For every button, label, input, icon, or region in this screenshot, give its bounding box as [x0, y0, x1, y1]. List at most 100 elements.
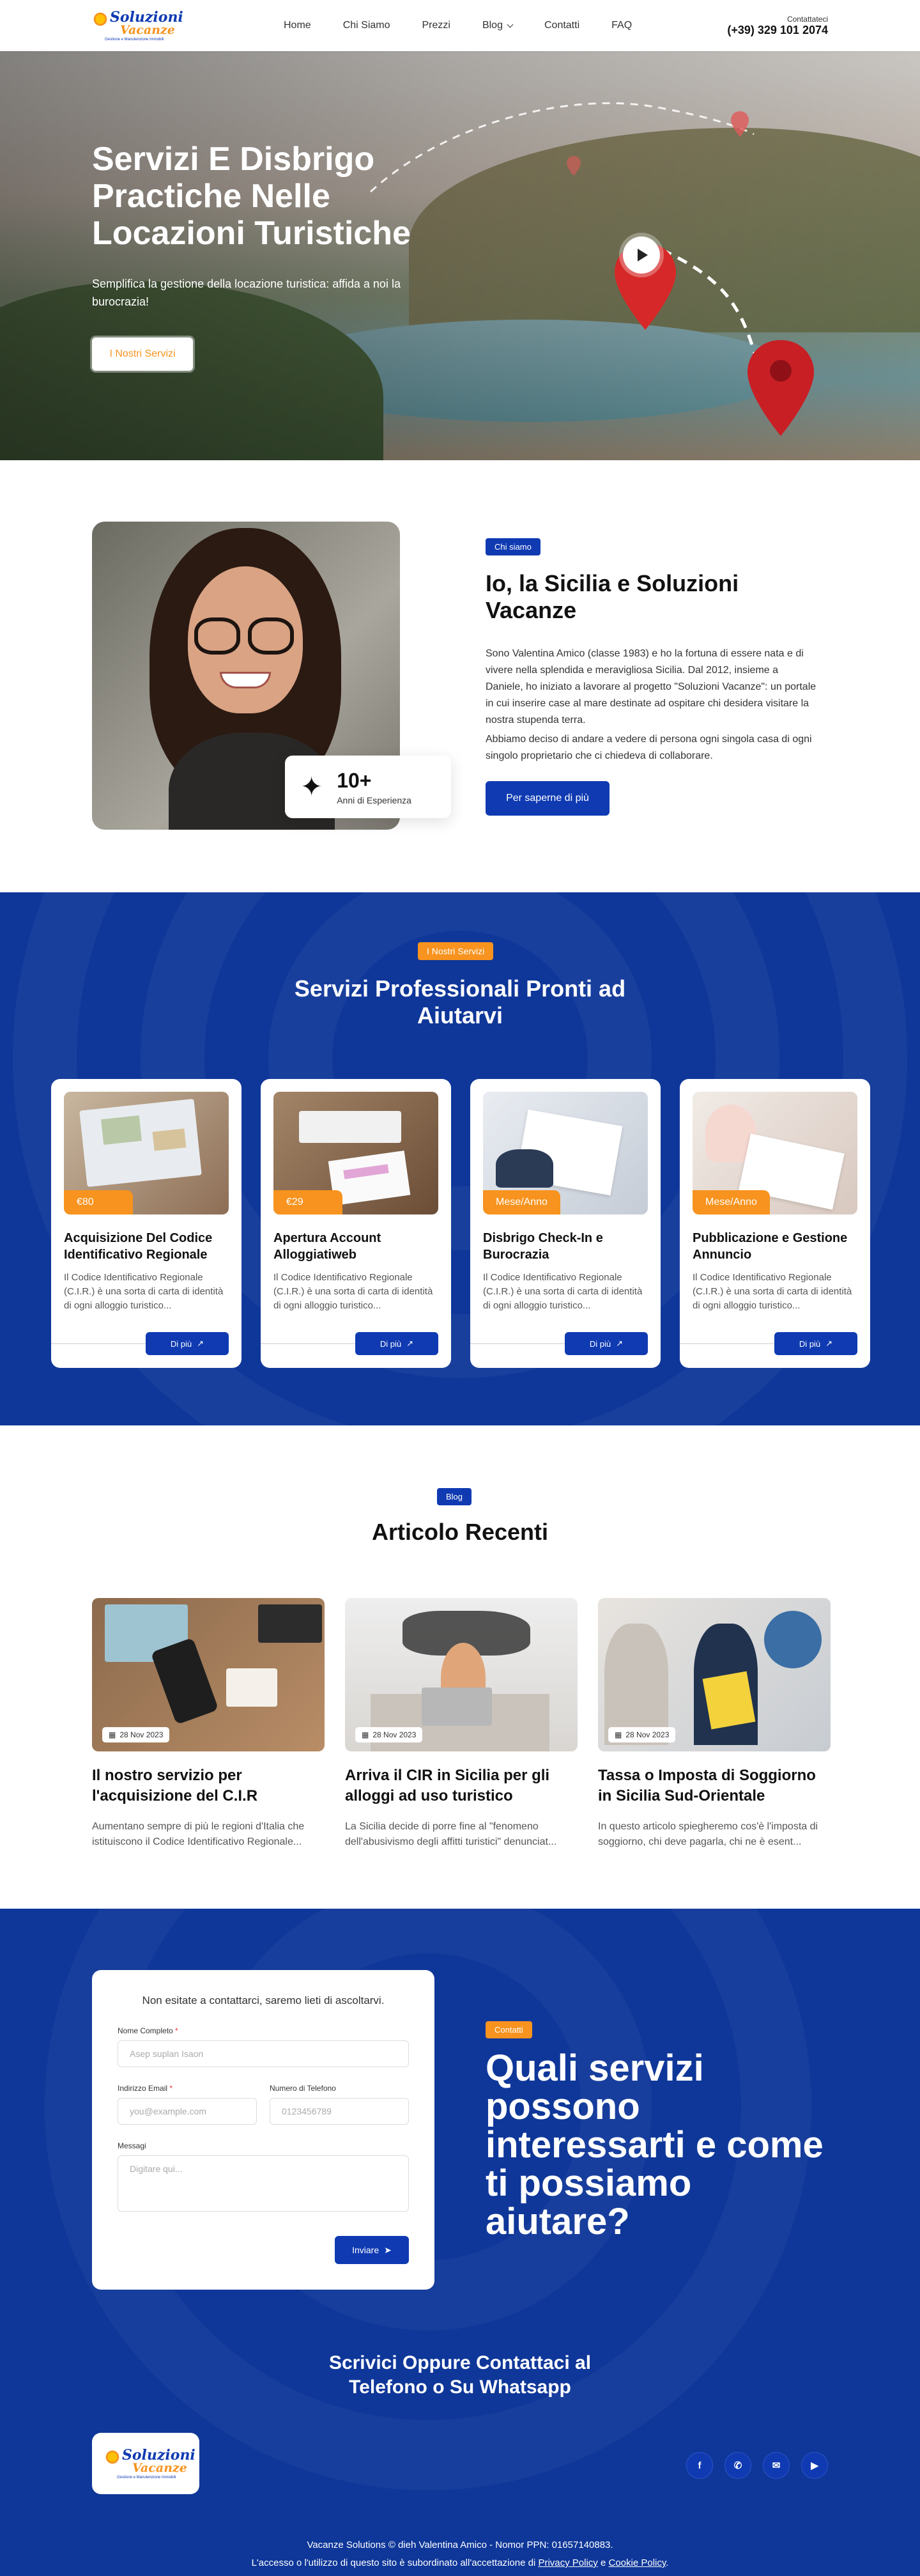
hero-section: Servizi E Disbrigo Practiche Nelle Locaz…: [0, 51, 920, 460]
site-header: Soluzioni Vacanze Gestione e Manutenzion…: [0, 0, 920, 51]
nav-home[interactable]: Home: [284, 20, 311, 31]
post-image: ▦ 28 Nov 2023: [345, 1598, 578, 1751]
logo-line2: Vacanze: [132, 2460, 187, 2475]
mail-icon[interactable]: ✉: [763, 2452, 790, 2479]
nav-blog[interactable]: Blog: [482, 20, 514, 31]
service-more-button[interactable]: Di più ↗: [565, 1332, 648, 1355]
play-video-button[interactable]: [623, 237, 660, 274]
service-image: Mese/Anno: [693, 1092, 857, 1214]
nav-chi-siamo[interactable]: Chi Siamo: [343, 20, 390, 31]
contact-subtitle-text: Scrivici Oppure Contattaci al Telefono o…: [328, 2352, 592, 2398]
service-description: Il Codice Identificativo Regionale (C.I.…: [693, 1272, 852, 1311]
post-image: ▦ 28 Nov 2023: [598, 1598, 831, 1751]
service-description: Il Codice Identificativo Regionale (C.I.…: [273, 1272, 433, 1311]
service-card[interactable]: Mese/Anno Disbrigo Check-In e Burocrazia…: [470, 1079, 661, 1368]
post-excerpt: La Sicilia decide di porre fine al "feno…: [345, 1821, 557, 1847]
blog-post[interactable]: ▦ 28 Nov 2023 Arriva il CIR in Sicilia pe…: [345, 1598, 578, 1850]
service-card[interactable]: €80 Acquisizione Del Codice Identificati…: [51, 1079, 241, 1368]
send-icon: ➤: [384, 2244, 392, 2255]
map-pin-icon: [747, 340, 814, 436]
service-price: €29: [273, 1190, 342, 1214]
form-intro: Non esitate a contattarci, saremo lieti …: [142, 1994, 385, 2006]
copyright-text: Vacanze Solutions © dieh Valentina Amico…: [307, 2540, 613, 2550]
cookie-policy-link[interactable]: Cookie Policy: [608, 2557, 666, 2568]
blog-posts: ▦ 28 Nov 2023 Il nostro servizio per l'ac…: [92, 1598, 831, 1850]
map-pin-icon: [731, 111, 749, 137]
service-more-label: Di più: [379, 1338, 402, 1349]
arrow-up-right-icon: ↗: [197, 1338, 204, 1348]
post-date: ▦ 28 Nov 2023: [608, 1727, 676, 1742]
service-card[interactable]: Mese/Anno Pubblicazione e Gestione Annun…: [680, 1079, 870, 1368]
about-section: ✦ 10+ Anni di Esperienza Chi siamo Io, l…: [0, 460, 920, 892]
message-label: Messagi: [118, 2141, 146, 2150]
service-title: Apertura Account Alloggiatiweb: [273, 1231, 381, 1262]
contact-form: Non esitate a contattarci, saremo lieti …: [92, 1970, 434, 2290]
sun-logo-icon: [92, 11, 109, 27]
social-links: f ✆ ✉ ▶: [686, 2452, 828, 2479]
footer-logo[interactable]: Soluzioni Vacanze Gestione e Manutenzion…: [92, 2433, 199, 2494]
chevron-down-icon: [507, 21, 514, 27]
service-price: €80: [64, 1190, 133, 1214]
footer-copyright: Vacanze Solutions © dieh Valentina Amico…: [0, 2536, 920, 2572]
arrow-up-right-icon: ↗: [616, 1338, 624, 1348]
whatsapp-icon[interactable]: ✆: [724, 2452, 751, 2479]
name-field[interactable]: Asep suplan Isaon: [118, 2040, 409, 2067]
post-image: ▦ 28 Nov 2023: [92, 1598, 325, 1751]
service-more-button[interactable]: Di più ↗: [774, 1332, 857, 1355]
about-title: Io, la Sicilia e Soluzioni Vacanze: [486, 570, 739, 623]
play-icon: [638, 249, 648, 261]
service-image: €29: [273, 1092, 438, 1214]
post-title[interactable]: Il nostro servizio per l'acquisizione de…: [92, 1765, 325, 1806]
required-icon: *: [175, 2026, 178, 2035]
arrow-up-right-icon: ↗: [825, 1338, 833, 1348]
send-label: Inviare: [352, 2245, 379, 2255]
phone-label: Numero di Telefono: [270, 2084, 336, 2093]
about-paragraph: Abbiamo deciso di andare a vedere di per…: [486, 734, 812, 761]
learn-more-button[interactable]: Per saperne di più: [486, 781, 610, 816]
contact-title: Quali servizi possono interessarti e com…: [486, 2047, 824, 2242]
terms-prefix: L'accesso o l'utilizzo di questo sito è …: [251, 2557, 536, 2568]
blog-badge: Blog: [437, 1488, 472, 1505]
message-field[interactable]: Digitare qui...: [118, 2155, 409, 2212]
blog-post[interactable]: ▦ 28 Nov 2023 Il nostro servizio per l'ac…: [92, 1598, 325, 1850]
service-more-label: Di più: [589, 1338, 611, 1349]
post-title[interactable]: Arriva il CIR in Sicilia per gli alloggi…: [345, 1765, 578, 1806]
send-button[interactable]: Inviare ➤: [335, 2236, 409, 2264]
nav-blog-label: Blog: [482, 20, 503, 31]
privacy-policy-link[interactable]: Privacy Policy: [538, 2557, 597, 2568]
post-title[interactable]: Tassa o Imposta di Soggiorno in Sicilia …: [598, 1765, 831, 1806]
about-badge: Chi siamo: [486, 538, 540, 555]
email-field[interactable]: you@example.com: [118, 2098, 257, 2125]
nav-contatti[interactable]: Contatti: [544, 20, 579, 31]
terms-and: e: [600, 2557, 606, 2568]
required-icon: *: [169, 2084, 173, 2093]
blog-section: Blog Articolo Recenti ▦ 28 Nov 2023 Il no…: [0, 1425, 920, 1909]
blog-post[interactable]: ▦ 28 Nov 2023 Tassa o Imposta di Soggiorn…: [598, 1598, 831, 1850]
services-title: Servizi Professionali Pronti ad Aiutarvi: [0, 975, 920, 1029]
map-pin-icon: [567, 156, 581, 176]
service-more-button[interactable]: Di più ↗: [146, 1332, 229, 1355]
name-label: Nome Completo *: [118, 2026, 409, 2035]
service-price: Mese/Anno: [693, 1190, 770, 1214]
terms-suffix: .: [666, 2557, 669, 2568]
nav-prezzi[interactable]: Prezzi: [422, 20, 450, 31]
calendar-icon: ▦: [109, 1730, 116, 1739]
facebook-icon[interactable]: f: [686, 2452, 713, 2479]
site-logo[interactable]: Soluzioni Vacanze Gestione e Manutenzion…: [92, 6, 183, 45]
services-title-text: Servizi Professionali Pronti ad Aiutarvi: [294, 975, 626, 1028]
post-date-text: 28 Nov 2023: [119, 1730, 164, 1739]
phone-field[interactable]: 0123456789: [270, 2098, 409, 2125]
terms-text: L'accesso o l'utilizzo di questo sito è …: [0, 2554, 920, 2572]
service-card[interactable]: €29 Apertura Account Alloggiatiweb Il Co…: [261, 1079, 451, 1368]
header-phone-link[interactable]: (+39) 329 101 2074: [727, 24, 828, 36]
services-badge: I Nostri Servizi: [418, 942, 494, 960]
hero-services-button[interactable]: I Nostri Servizi: [92, 338, 193, 371]
service-more-button[interactable]: Di più ↗: [355, 1332, 438, 1355]
youtube-icon[interactable]: ▶: [801, 2452, 828, 2479]
nav-faq[interactable]: FAQ: [611, 20, 632, 31]
contact-subtitle: Scrivici Oppure Contattaci al Telefono o…: [0, 2351, 920, 2400]
logo-tagline: Gestione e Manutenzione Immobili: [105, 37, 164, 42]
service-image: Mese/Anno: [483, 1092, 648, 1214]
about-text: Sono Valentina Amico (classe 1983) e ho …: [486, 646, 818, 767]
sparkle-icon: ✦: [300, 772, 323, 802]
